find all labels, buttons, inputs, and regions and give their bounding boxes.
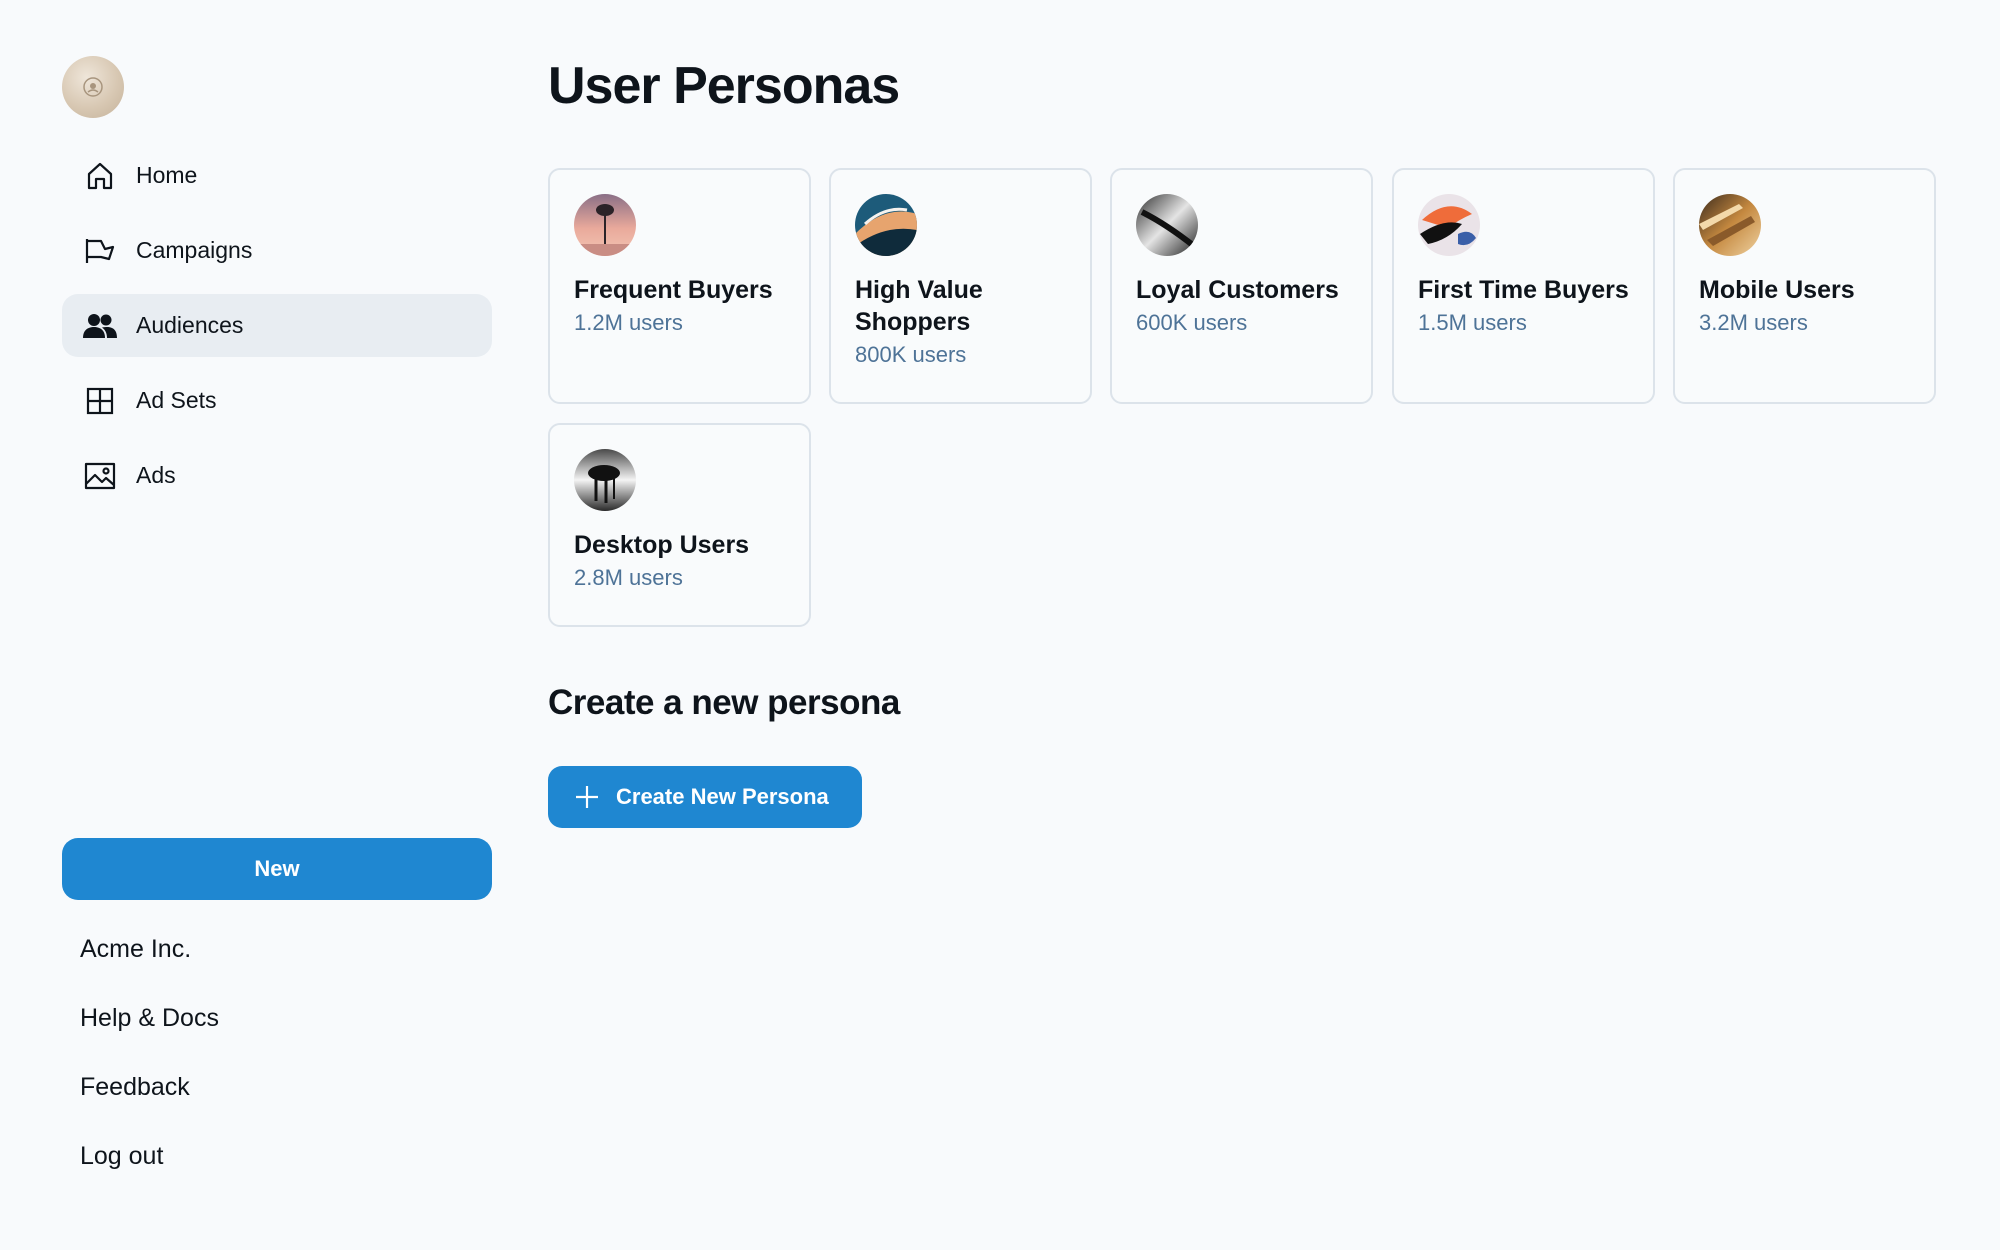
persona-name: First Time Buyers — [1418, 276, 1629, 304]
persona-image — [574, 194, 636, 256]
create-new-persona-button[interactable]: Create New Persona — [548, 766, 862, 828]
sidebar-item-label: Ads — [136, 462, 176, 488]
sidebar-item-label: Ad Sets — [136, 387, 217, 413]
megaphone-icon — [82, 233, 118, 269]
sidebar-item-ads[interactable]: Ads — [62, 444, 492, 507]
persona-name: Desktop Users — [574, 531, 750, 559]
sidebar-item-label: Home — [136, 162, 198, 188]
persona-count: 1.5M users — [1418, 310, 1527, 335]
sidebar-item-label: Audiences — [136, 312, 244, 338]
persona-card-first-time-buyers[interactable]: First Time Buyers 1.5M users — [1392, 168, 1655, 404]
persona-card-desktop-users[interactable]: Desktop Users 2.8M users — [548, 423, 811, 627]
persona-count: 1.2M users — [574, 310, 683, 335]
create-section-title: Create a new persona — [548, 683, 900, 722]
persona-card-mobile-users[interactable]: Mobile Users 3.2M users — [1673, 168, 1936, 404]
persona-name: Mobile Users — [1699, 276, 1855, 304]
plus-icon — [576, 786, 598, 808]
persona-name: High Value Shoppers — [855, 276, 983, 336]
footer-link-help-docs[interactable]: Help & Docs — [80, 1004, 219, 1073]
persona-card-high-value-shoppers[interactable]: High Value Shoppers 800K users — [829, 168, 1092, 404]
home-icon — [82, 158, 118, 194]
persona-count: 800K users — [855, 342, 967, 367]
avatar-emblem-icon — [83, 77, 103, 97]
persona-image — [574, 449, 636, 511]
persona-card-frequent-buyers[interactable]: Frequent Buyers 1.2M users — [548, 168, 811, 404]
persona-image — [1136, 194, 1198, 256]
persona-image — [1699, 194, 1761, 256]
persona-count: 2.8M users — [574, 565, 683, 590]
create-button-label: Create New Persona — [616, 784, 829, 809]
persona-card-loyal-customers[interactable]: Loyal Customers 600K users — [1110, 168, 1373, 404]
persona-name: Loyal Customers — [1136, 276, 1339, 304]
sidebar-footer: Acme Inc. Help & Docs Feedback Log out — [80, 935, 219, 1211]
sidebar-nav: Home Campaigns Audiences Ad Sets Ads — [62, 144, 492, 519]
sidebar-item-ad-sets[interactable]: Ad Sets — [62, 369, 492, 432]
avatar[interactable] — [62, 56, 124, 118]
persona-name: Frequent Buyers — [574, 276, 773, 304]
new-button[interactable]: New — [62, 838, 492, 900]
sidebar-item-audiences[interactable]: Audiences — [62, 294, 492, 357]
app-layout: Home Campaigns Audiences Ad Sets Ads New… — [0, 0, 2000, 1250]
sidebar-item-label: Campaigns — [136, 237, 253, 263]
page-title: User Personas — [548, 57, 900, 115]
sidebar-item-campaigns[interactable]: Campaigns — [62, 219, 492, 282]
sidebar: Home Campaigns Audiences Ad Sets Ads New… — [62, 0, 492, 1250]
persona-image — [1418, 194, 1480, 256]
persona-count: 3.2M users — [1699, 310, 1808, 335]
users-icon — [82, 308, 118, 344]
persona-image — [855, 194, 917, 256]
grid-icon — [82, 383, 118, 419]
footer-link-logout[interactable]: Log out — [80, 1142, 219, 1211]
sidebar-item-home[interactable]: Home — [62, 144, 492, 207]
footer-link-feedback[interactable]: Feedback — [80, 1073, 219, 1142]
persona-count: 600K users — [1136, 310, 1248, 335]
footer-link-acme[interactable]: Acme Inc. — [80, 935, 219, 1004]
image-icon — [82, 458, 118, 494]
